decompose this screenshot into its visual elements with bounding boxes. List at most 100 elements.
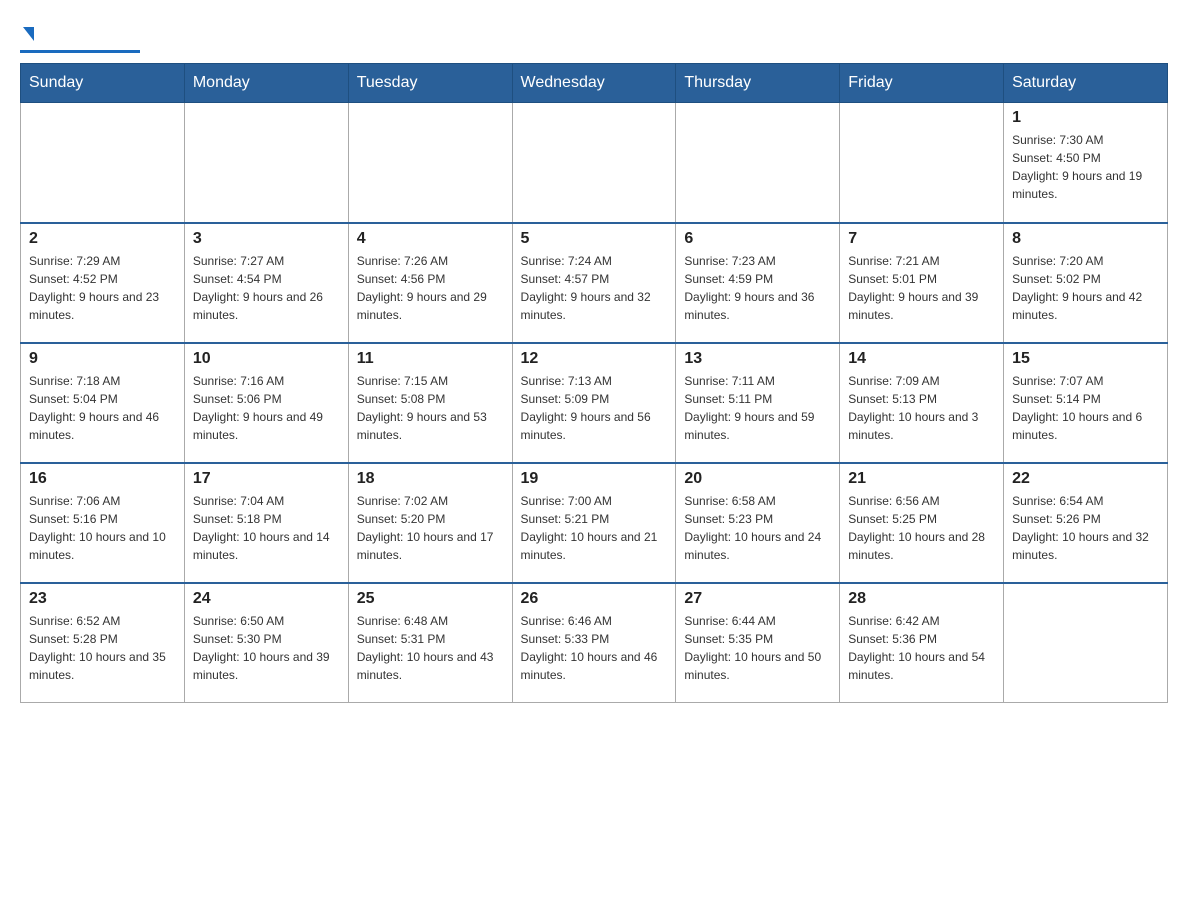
calendar-week-row: 23 Sunrise: 6:52 AMSunset: 5:28 PMDayligh… [21,583,1168,703]
calendar-day-cell: 9 Sunrise: 7:18 AMSunset: 5:04 PMDaylight… [21,343,185,463]
day-sun-info: Sunrise: 7:24 AMSunset: 4:57 PMDaylight:… [521,252,668,324]
day-sun-info: Sunrise: 6:54 AMSunset: 5:26 PMDaylight:… [1012,492,1159,564]
weekday-header-saturday: Saturday [1004,64,1168,103]
day-sun-info: Sunrise: 7:30 AMSunset: 4:50 PMDaylight:… [1012,131,1159,203]
day-number: 12 [521,350,668,368]
day-sun-info: Sunrise: 7:06 AMSunset: 5:16 PMDaylight:… [29,492,176,564]
logo-triangle-icon [23,27,34,41]
calendar-day-cell [512,103,676,223]
calendar-table: SundayMondayTuesdayWednesdayThursdayFrid… [20,63,1168,703]
day-sun-info: Sunrise: 7:27 AMSunset: 4:54 PMDaylight:… [193,252,340,324]
logo-underline [20,50,140,53]
calendar-day-cell: 8Sunrise: 7:20 AMSunset: 5:02 PMDaylight… [1004,223,1168,343]
calendar-day-cell: 11 Sunrise: 7:15 AMSunset: 5:08 PMDayligh… [348,343,512,463]
calendar-day-cell: 17Sunrise: 7:04 AMSunset: 5:18 PMDayligh… [184,463,348,583]
calendar-day-cell: 23 Sunrise: 6:52 AMSunset: 5:28 PMDayligh… [21,583,185,703]
day-number: 26 [521,590,668,608]
day-number: 14 [848,350,995,368]
day-number: 13 [684,350,831,368]
calendar-week-row: 2 Sunrise: 7:29 AMSunset: 4:52 PMDaylight… [21,223,1168,343]
day-number: 28 [848,590,995,608]
day-sun-info: Sunrise: 7:09 AMSunset: 5:13 PMDaylight:… [848,372,995,444]
day-sun-info: Sunrise: 7:15 AMSunset: 5:08 PMDaylight:… [357,372,504,444]
day-number: 8 [1012,230,1159,248]
day-number: 16 [29,470,176,488]
calendar-day-cell: 21 Sunrise: 6:56 AMSunset: 5:25 PMDayligh… [840,463,1004,583]
day-sun-info: Sunrise: 7:02 AMSunset: 5:20 PMDaylight:… [357,492,504,564]
day-number: 11 [357,350,504,368]
day-number: 24 [193,590,340,608]
page-header [20,20,1168,53]
day-number: 9 [29,350,176,368]
calendar-day-cell: 7 Sunrise: 7:21 AMSunset: 5:01 PMDaylight… [840,223,1004,343]
calendar-day-cell: 26 Sunrise: 6:46 AMSunset: 5:33 PMDayligh… [512,583,676,703]
calendar-day-cell [21,103,185,223]
calendar-day-cell: 25 Sunrise: 6:48 AMSunset: 5:31 PMDayligh… [348,583,512,703]
calendar-day-cell: 1 Sunrise: 7:30 AMSunset: 4:50 PMDaylight… [1004,103,1168,223]
calendar-day-cell: 20 Sunrise: 6:58 AMSunset: 5:23 PMDayligh… [676,463,840,583]
calendar-day-cell: 13 Sunrise: 7:11 AMSunset: 5:11 PMDayligh… [676,343,840,463]
calendar-day-cell: 3Sunrise: 7:27 AMSunset: 4:54 PMDaylight… [184,223,348,343]
weekday-header-wednesday: Wednesday [512,64,676,103]
day-number: 18 [357,470,504,488]
day-sun-info: Sunrise: 7:11 AMSunset: 5:11 PMDaylight:… [684,372,831,444]
day-number: 5 [521,230,668,248]
calendar-day-cell [676,103,840,223]
day-number: 2 [29,230,176,248]
day-number: 22 [1012,470,1159,488]
calendar-day-cell: 19Sunrise: 7:00 AMSunset: 5:21 PMDayligh… [512,463,676,583]
calendar-day-cell: 18 Sunrise: 7:02 AMSunset: 5:20 PMDayligh… [348,463,512,583]
day-number: 17 [193,470,340,488]
day-sun-info: Sunrise: 6:58 AMSunset: 5:23 PMDaylight:… [684,492,831,564]
calendar-day-cell [348,103,512,223]
calendar-header-row: SundayMondayTuesdayWednesdayThursdayFrid… [21,64,1168,103]
calendar-day-cell: 14 Sunrise: 7:09 AMSunset: 5:13 PMDayligh… [840,343,1004,463]
day-sun-info: Sunrise: 6:48 AMSunset: 5:31 PMDaylight:… [357,612,504,684]
calendar-day-cell: 12Sunrise: 7:13 AMSunset: 5:09 PMDayligh… [512,343,676,463]
calendar-day-cell [840,103,1004,223]
calendar-week-row: 1 Sunrise: 7:30 AMSunset: 4:50 PMDaylight… [21,103,1168,223]
day-sun-info: Sunrise: 7:00 AMSunset: 5:21 PMDaylight:… [521,492,668,564]
calendar-day-cell: 22 Sunrise: 6:54 AMSunset: 5:26 PMDayligh… [1004,463,1168,583]
calendar-day-cell [1004,583,1168,703]
weekday-header-tuesday: Tuesday [348,64,512,103]
day-sun-info: Sunrise: 6:44 AMSunset: 5:35 PMDaylight:… [684,612,831,684]
day-sun-info: Sunrise: 7:16 AMSunset: 5:06 PMDaylight:… [193,372,340,444]
day-number: 21 [848,470,995,488]
day-number: 20 [684,470,831,488]
calendar-day-cell: 28 Sunrise: 6:42 AMSunset: 5:36 PMDayligh… [840,583,1004,703]
calendar-day-cell [184,103,348,223]
day-sun-info: Sunrise: 6:46 AMSunset: 5:33 PMDaylight:… [521,612,668,684]
day-sun-info: Sunrise: 7:23 AMSunset: 4:59 PMDaylight:… [684,252,831,324]
day-number: 1 [1012,109,1159,127]
day-number: 27 [684,590,831,608]
weekday-header-monday: Monday [184,64,348,103]
day-number: 25 [357,590,504,608]
day-sun-info: Sunrise: 7:21 AMSunset: 5:01 PMDaylight:… [848,252,995,324]
day-number: 15 [1012,350,1159,368]
calendar-day-cell: 16 Sunrise: 7:06 AMSunset: 5:16 PMDayligh… [21,463,185,583]
calendar-day-cell: 2 Sunrise: 7:29 AMSunset: 4:52 PMDaylight… [21,223,185,343]
day-number: 6 [684,230,831,248]
day-number: 7 [848,230,995,248]
calendar-week-row: 16 Sunrise: 7:06 AMSunset: 5:16 PMDayligh… [21,463,1168,583]
day-sun-info: Sunrise: 6:42 AMSunset: 5:36 PMDaylight:… [848,612,995,684]
calendar-day-cell: 10Sunrise: 7:16 AMSunset: 5:06 PMDayligh… [184,343,348,463]
day-sun-info: Sunrise: 7:29 AMSunset: 4:52 PMDaylight:… [29,252,176,324]
day-sun-info: Sunrise: 6:50 AMSunset: 5:30 PMDaylight:… [193,612,340,684]
weekday-header-friday: Friday [840,64,1004,103]
calendar-week-row: 9 Sunrise: 7:18 AMSunset: 5:04 PMDaylight… [21,343,1168,463]
weekday-header-sunday: Sunday [21,64,185,103]
weekday-header-thursday: Thursday [676,64,840,103]
calendar-day-cell: 27 Sunrise: 6:44 AMSunset: 5:35 PMDayligh… [676,583,840,703]
logo-text [20,20,34,48]
day-sun-info: Sunrise: 6:52 AMSunset: 5:28 PMDaylight:… [29,612,176,684]
day-sun-info: Sunrise: 6:56 AMSunset: 5:25 PMDaylight:… [848,492,995,564]
calendar-day-cell: 15Sunrise: 7:07 AMSunset: 5:14 PMDayligh… [1004,343,1168,463]
calendar-day-cell: 4Sunrise: 7:26 AMSunset: 4:56 PMDaylight… [348,223,512,343]
logo [20,20,140,53]
day-number: 23 [29,590,176,608]
calendar-day-cell: 6 Sunrise: 7:23 AMSunset: 4:59 PMDaylight… [676,223,840,343]
day-sun-info: Sunrise: 7:18 AMSunset: 5:04 PMDaylight:… [29,372,176,444]
calendar-day-cell: 24 Sunrise: 6:50 AMSunset: 5:30 PMDayligh… [184,583,348,703]
